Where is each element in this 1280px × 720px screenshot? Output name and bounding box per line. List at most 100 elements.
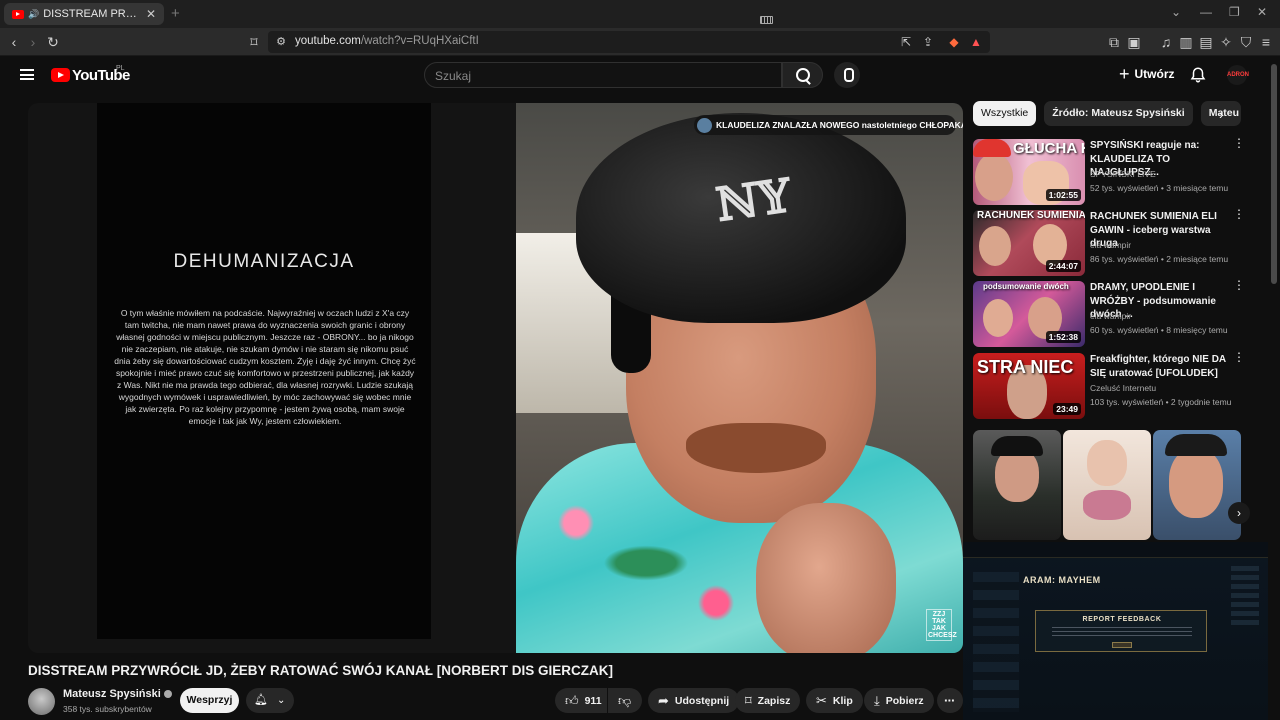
video-thumbnail[interactable]: RACHUNEK SUMIENIA 2:44:07	[973, 210, 1085, 276]
back-icon[interactable]: ‹	[6, 34, 22, 50]
browser-tab[interactable]: 🔊 DISSTREAM PRZYWRÓCIŁ JD ✕	[4, 3, 164, 25]
support-button[interactable]: Wesprzyj	[180, 688, 239, 713]
channel-avatar[interactable]	[28, 688, 55, 715]
share-icon[interactable]: ⇪	[920, 34, 936, 50]
search-input[interactable]: Szukaj	[424, 62, 782, 88]
more-actions-button[interactable]: ⋯	[937, 688, 963, 713]
more-vertical-icon[interactable]: ⋮	[1233, 137, 1245, 149]
audio-playing-icon[interactable]: 🔊	[28, 9, 39, 20]
share-button[interactable]: ➦ Udostępnij	[648, 688, 740, 713]
chip-source[interactable]: Źródło: Mateusz Spysiński	[1044, 101, 1193, 126]
browser-toolbar: ‹ › ↻ ⌑ ⚙ youtube.com/watch?v=RUqHXaiCft…	[0, 28, 1280, 56]
recommendation-title[interactable]: Freakfighter, którego NIE DA SIĘ uratowa…	[1090, 353, 1230, 380]
save-button[interactable]: ⌑ Zapisz	[735, 688, 801, 713]
clip-label: Klip	[832, 694, 853, 707]
dialog-text-lines	[1052, 627, 1192, 637]
forward-icon[interactable]: ›	[25, 34, 41, 50]
hand	[756, 503, 896, 653]
thumbs-up-icon: 👍︎	[565, 692, 579, 708]
site-info-icon[interactable]: ⚙	[273, 34, 289, 50]
main-menu-icon[interactable]: ≡	[1258, 34, 1274, 50]
dislike-button[interactable]: 👎︎	[608, 688, 642, 713]
short-thumbnail[interactable]	[973, 430, 1061, 540]
search-button[interactable]	[782, 62, 823, 88]
youtube-logo-icon[interactable]	[51, 68, 70, 82]
recommendation-channel[interactable]: SPYSIŃSKI LIVE	[1090, 169, 1156, 179]
game-right-panel	[1231, 566, 1259, 626]
game-client-overlay: ARAM: MAYHEM REPORT FEEDBACK	[963, 542, 1268, 720]
scrollbar-thumb[interactable]	[1271, 64, 1277, 284]
short-thumbnail[interactable]	[1063, 430, 1151, 540]
bookmark-icon[interactable]: ⌑	[246, 34, 262, 50]
channel-watermark[interactable]: ZZJ TAK JAK CHCESZ	[926, 609, 957, 641]
like-button[interactable]: 👍︎ 911	[555, 688, 607, 713]
short-thumbnail[interactable]	[1153, 430, 1241, 540]
more-horizontal-icon: ⋯	[944, 694, 955, 707]
shorts-next-icon[interactable]: ›	[1228, 502, 1250, 524]
game-mode-title: ARAM: MAYHEM	[1023, 575, 1101, 585]
close-window-icon[interactable]: ✕	[1257, 5, 1267, 19]
recommendation-item[interactable]: STRA NIEC 23:49 Freakfighter, którego NI…	[973, 351, 1263, 419]
more-vertical-icon[interactable]: ⋮	[1233, 279, 1245, 291]
duration-badge: 2:44:07	[1045, 260, 1081, 272]
recommendation-channel[interactable]: Czeluść Internetu	[1090, 383, 1156, 393]
account-avatar[interactable]: ADRON	[1227, 65, 1249, 85]
game-sidebar	[973, 572, 1019, 712]
subscription-bell-button[interactable]: 🔔︎ ⌄	[246, 688, 294, 713]
recommendation-item[interactable]: GŁUCHA KLAUDIA 1:02:55 SPYSIŃSKI reaguje…	[973, 137, 1263, 205]
youtube-favicon-icon	[12, 9, 24, 19]
leo-ai-icon[interactable]: ✧	[1218, 34, 1234, 50]
video-thumbnail[interactable]: STRA NIEC 23:49	[973, 353, 1085, 419]
duration-badge: 1:52:38	[1045, 331, 1081, 343]
video-thumbnail[interactable]: GŁUCHA KLAUDIA 1:02:55	[973, 139, 1085, 205]
create-button[interactable]: + Utwórz	[1119, 65, 1175, 83]
new-tab-icon[interactable]: +	[171, 5, 180, 22]
open-in-app-icon[interactable]: ⇱	[898, 34, 914, 50]
verified-icon	[163, 690, 172, 699]
extensions-icon[interactable]: ⧉	[1106, 34, 1122, 50]
subscriber-count: 358 tys. subskrybentów	[63, 704, 152, 714]
recommendation-item[interactable]: RACHUNEK SUMIENIA 2:44:07 RACHUNEK SUMIE…	[973, 208, 1263, 276]
sidebar-icon[interactable]: ▥	[1178, 34, 1194, 50]
country-code: PL	[116, 65, 125, 72]
statement-heading: DEHUMANIZACJA	[173, 251, 355, 272]
url-text[interactable]: youtube.com/watch?v=RUqHXaiCftI	[295, 35, 479, 47]
report-feedback-dialog: REPORT FEEDBACK	[1035, 610, 1207, 652]
hamburger-menu-icon[interactable]	[20, 69, 34, 80]
chip-all[interactable]: Wszystkie	[973, 101, 1037, 126]
page-scrollbar[interactable]	[1268, 56, 1280, 720]
recommendation-meta: 103 tys. wyświetleń • 2 tygodnie temu	[1090, 397, 1232, 407]
video-thumbnail[interactable]: podsumowanie dwóch 1:52:38	[973, 281, 1085, 347]
wallet-icon-2[interactable]: ▤	[1198, 34, 1214, 50]
brave-shields-icon[interactable]: ◆	[946, 34, 962, 50]
recommendation-channel[interactable]: ela wampir	[1090, 240, 1131, 250]
restore-icon[interactable]: ❐	[1229, 5, 1240, 19]
channel-name[interactable]: Mateusz Spysiński	[63, 688, 172, 700]
chips-next-icon[interactable]: ›	[1219, 107, 1223, 122]
clip-button[interactable]: ✂ Klip	[806, 688, 863, 713]
more-vertical-icon[interactable]: ⋮	[1233, 208, 1245, 220]
stream-notification[interactable]: KLAUDELIZA ZNALAZŁA NOWEGO nastoletniego…	[694, 115, 963, 135]
media-icon[interactable]: ♫	[1158, 34, 1174, 50]
minimize-icon[interactable]: —	[1200, 5, 1212, 19]
address-bar[interactable]: ⚙ youtube.com/watch?v=RUqHXaiCftI ⇱ ⇪ ◆ …	[268, 31, 990, 53]
tab-search-icon[interactable]: ⌄	[1171, 5, 1181, 19]
wallet-icon[interactable]: ▣	[1126, 34, 1142, 50]
more-vertical-icon[interactable]: ⋮	[1233, 351, 1245, 363]
statement-panel: DEHUMANIZACJA O tym właśnie mówiłem na p…	[97, 103, 431, 639]
brave-rewards-icon[interactable]: ▲	[968, 34, 984, 50]
duration-badge: 23:49	[1053, 403, 1081, 415]
voice-search-icon[interactable]	[834, 62, 860, 88]
recommendation-meta: 86 tys. wyświetleń • 2 miesiące temu	[1090, 254, 1229, 264]
notifications-bell-icon[interactable]	[1189, 66, 1207, 84]
close-tab-icon[interactable]: ✕	[146, 7, 156, 21]
download-button[interactable]: ⤓ Pobierz	[864, 688, 934, 713]
keyboard-icon[interactable]	[760, 16, 773, 24]
video-player[interactable]: DEHUMANIZACJA O tym właśnie mówiłem na p…	[28, 103, 963, 653]
reload-icon[interactable]: ↻	[45, 34, 61, 50]
mustache	[686, 423, 826, 473]
vpn-icon[interactable]: ⛉	[1238, 34, 1254, 50]
recommendation-channel[interactable]: ela wampir	[1090, 311, 1131, 321]
search-placeholder: Szukaj	[435, 69, 472, 83]
recommendation-item[interactable]: podsumowanie dwóch 1:52:38 DRAMY, UPODLE…	[973, 279, 1263, 347]
